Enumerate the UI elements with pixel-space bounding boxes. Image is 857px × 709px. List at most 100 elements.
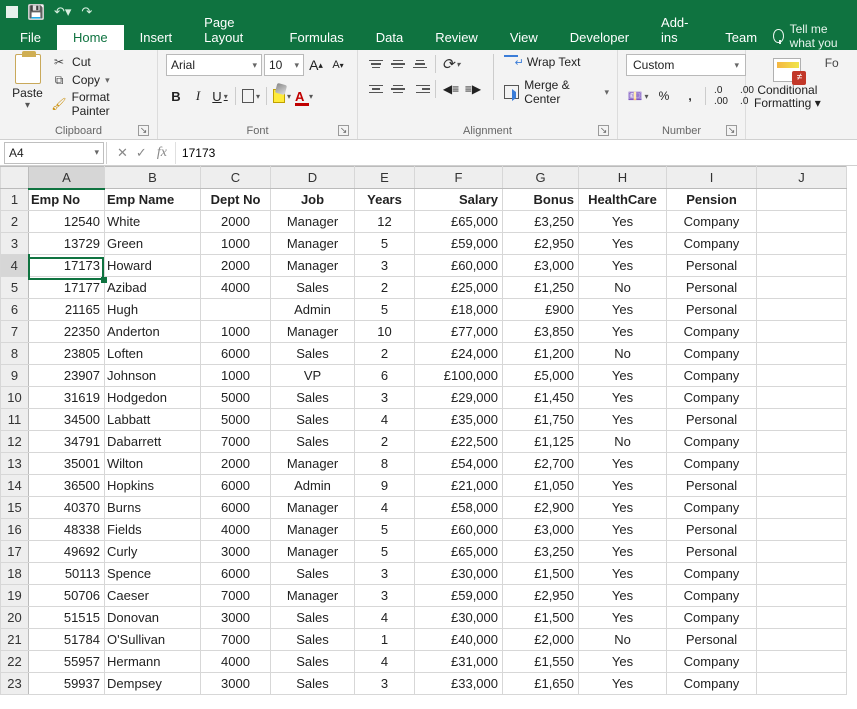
cell[interactable]: £5,000 bbox=[503, 365, 579, 387]
cell[interactable]: Yes bbox=[579, 321, 667, 343]
cell[interactable]: 34791 bbox=[29, 431, 105, 453]
cell[interactable]: Sales bbox=[271, 651, 355, 673]
cell[interactable]: Yes bbox=[579, 563, 667, 585]
cell[interactable]: 3 bbox=[355, 387, 415, 409]
cell[interactable]: 3 bbox=[355, 563, 415, 585]
cell[interactable]: £1,050 bbox=[503, 475, 579, 497]
cell[interactable]: £3,250 bbox=[503, 541, 579, 563]
tab-team[interactable]: Team bbox=[709, 25, 773, 50]
font-color-button[interactable]: A bbox=[294, 86, 314, 106]
cell[interactable]: £1,500 bbox=[503, 563, 579, 585]
col-header-A[interactable]: A bbox=[29, 167, 105, 189]
cell[interactable]: £1,650 bbox=[503, 673, 579, 695]
cell[interactable]: 3000 bbox=[201, 541, 271, 563]
col-header-H[interactable]: H bbox=[579, 167, 667, 189]
row-header[interactable]: 13 bbox=[1, 453, 29, 475]
percent-button[interactable]: % bbox=[652, 86, 676, 106]
row-header[interactable]: 18 bbox=[1, 563, 29, 585]
cell[interactable]: Personal bbox=[667, 475, 757, 497]
tab-addins[interactable]: Add-ins bbox=[645, 10, 709, 50]
cell[interactable] bbox=[757, 607, 847, 629]
cell[interactable]: £65,000 bbox=[415, 211, 503, 233]
cell[interactable] bbox=[757, 519, 847, 541]
cell[interactable]: Yes bbox=[579, 365, 667, 387]
paste-dropdown[interactable]: ▾ bbox=[25, 100, 30, 111]
cell[interactable]: 2000 bbox=[201, 255, 271, 277]
cell[interactable]: Company bbox=[667, 453, 757, 475]
left-align-button[interactable] bbox=[366, 80, 386, 98]
cell[interactable]: VP bbox=[271, 365, 355, 387]
cell[interactable]: Yes bbox=[579, 541, 667, 563]
tell-me-search[interactable]: Tell me what you bbox=[773, 22, 857, 50]
cell[interactable]: £2,900 bbox=[503, 497, 579, 519]
increase-indent-button[interactable]: ≡▶ bbox=[463, 80, 483, 98]
cell[interactable]: 5 bbox=[355, 233, 415, 255]
cell[interactable]: 7000 bbox=[201, 431, 271, 453]
comma-button[interactable]: , bbox=[678, 86, 702, 106]
cell[interactable]: 13729 bbox=[29, 233, 105, 255]
cell[interactable]: Yes bbox=[579, 299, 667, 321]
cell[interactable]: Company bbox=[667, 585, 757, 607]
cell[interactable]: O'Sullivan bbox=[105, 629, 201, 651]
row-header[interactable]: 2 bbox=[1, 211, 29, 233]
cell[interactable] bbox=[757, 585, 847, 607]
cell[interactable]: 48338 bbox=[29, 519, 105, 541]
cell[interactable]: Emp No bbox=[29, 189, 105, 211]
cell[interactable]: Sales bbox=[271, 387, 355, 409]
cell[interactable]: 1000 bbox=[201, 321, 271, 343]
row-header[interactable]: 8 bbox=[1, 343, 29, 365]
cell[interactable] bbox=[757, 475, 847, 497]
cell[interactable] bbox=[757, 431, 847, 453]
col-header-B[interactable]: B bbox=[105, 167, 201, 189]
cell[interactable]: Anderton bbox=[105, 321, 201, 343]
cell[interactable]: £33,000 bbox=[415, 673, 503, 695]
cell[interactable]: £2,950 bbox=[503, 233, 579, 255]
row-header[interactable]: 21 bbox=[1, 629, 29, 651]
cell[interactable]: 51515 bbox=[29, 607, 105, 629]
format-painter-button[interactable]: 🖌Format Painter bbox=[51, 90, 149, 118]
cell[interactable]: 6000 bbox=[201, 475, 271, 497]
cell[interactable]: Sales bbox=[271, 409, 355, 431]
cell[interactable] bbox=[757, 299, 847, 321]
select-all-corner[interactable] bbox=[1, 167, 29, 189]
cell[interactable]: 3 bbox=[355, 673, 415, 695]
orientation-button[interactable]: ⟳ bbox=[441, 54, 461, 74]
cell[interactable]: £54,000 bbox=[415, 453, 503, 475]
cell[interactable]: Company bbox=[667, 563, 757, 585]
cell[interactable]: Sales bbox=[271, 673, 355, 695]
middle-align-button[interactable] bbox=[388, 55, 408, 73]
cell[interactable]: 6 bbox=[355, 365, 415, 387]
decrease-font-button[interactable]: A▾ bbox=[328, 55, 348, 75]
cell[interactable]: £65,000 bbox=[415, 541, 503, 563]
cell[interactable]: £1,750 bbox=[503, 409, 579, 431]
cell[interactable]: 5 bbox=[355, 299, 415, 321]
border-button[interactable] bbox=[241, 86, 261, 106]
cell[interactable]: Salary bbox=[415, 189, 503, 211]
cell[interactable]: Loften bbox=[105, 343, 201, 365]
cell[interactable]: 5 bbox=[355, 519, 415, 541]
tab-formulas[interactable]: Formulas bbox=[274, 25, 360, 50]
cell[interactable]: Hugh bbox=[105, 299, 201, 321]
cell[interactable] bbox=[757, 255, 847, 277]
cell[interactable]: Hermann bbox=[105, 651, 201, 673]
cell[interactable]: Spence bbox=[105, 563, 201, 585]
cell[interactable]: 3000 bbox=[201, 673, 271, 695]
cell[interactable]: Bonus bbox=[503, 189, 579, 211]
cell[interactable]: £3,000 bbox=[503, 519, 579, 541]
row-header[interactable]: 20 bbox=[1, 607, 29, 629]
cell[interactable]: Personal bbox=[667, 541, 757, 563]
row-header[interactable]: 19 bbox=[1, 585, 29, 607]
cell[interactable] bbox=[757, 497, 847, 519]
cell[interactable]: 4 bbox=[355, 607, 415, 629]
row-header[interactable]: 9 bbox=[1, 365, 29, 387]
cell[interactable]: No bbox=[579, 431, 667, 453]
cell[interactable]: 36500 bbox=[29, 475, 105, 497]
cell[interactable] bbox=[757, 453, 847, 475]
cell[interactable]: Caeser bbox=[105, 585, 201, 607]
row-header[interactable]: 12 bbox=[1, 431, 29, 453]
cell[interactable] bbox=[757, 233, 847, 255]
row-header[interactable]: 17 bbox=[1, 541, 29, 563]
cell[interactable]: Company bbox=[667, 673, 757, 695]
cell[interactable]: Personal bbox=[667, 409, 757, 431]
cell[interactable]: Admin bbox=[271, 475, 355, 497]
